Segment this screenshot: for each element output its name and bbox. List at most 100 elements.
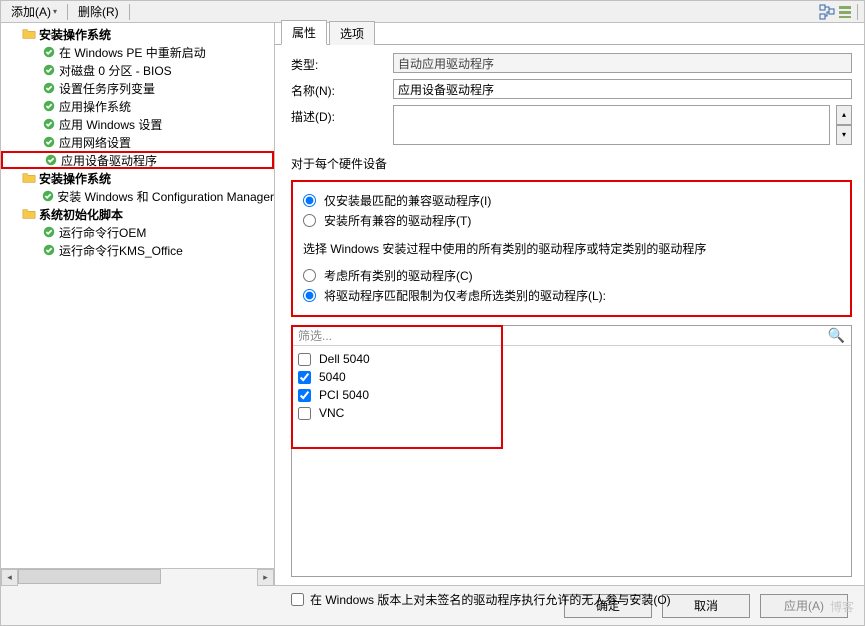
chevron-down-icon: ▾ — [53, 7, 57, 16]
tree-node[interactable]: 安装操作系统 — [1, 169, 274, 187]
filter-item-checkbox[interactable] — [298, 407, 311, 420]
filter-item[interactable]: PCI 5040 — [298, 386, 845, 404]
radio-all-categories-row: 考虑所有类别的驱动程序(C) — [303, 265, 840, 285]
desc-up-button[interactable]: ▴ — [836, 105, 852, 125]
tree-node[interactable]: 设置任务序列变量 — [1, 79, 274, 97]
radio-best-match[interactable] — [303, 194, 316, 207]
tree-node[interactable]: 安装操作系统 — [1, 25, 274, 43]
tree-node-label: 应用 Windows 设置 — [59, 116, 162, 133]
desc-down-button[interactable]: ▾ — [836, 125, 852, 145]
category-explain: 选择 Windows 安装过程中使用的所有类别的驱动程序或特定类别的驱动程序 — [303, 240, 840, 257]
radio-limit-categories-row: 将驱动程序匹配限制为仅考虑所选类别的驱动程序(L): — [303, 285, 840, 305]
check-icon — [43, 152, 59, 168]
check-icon — [41, 62, 57, 78]
folder-icon — [21, 26, 37, 42]
tree-node[interactable]: 安装 Windows 和 Configuration Manager — [1, 187, 274, 205]
name-field[interactable] — [393, 79, 852, 99]
scroll-track[interactable] — [18, 569, 257, 586]
search-icon[interactable]: 🔍 — [828, 327, 845, 344]
type-field — [393, 53, 852, 73]
radio-best-match-row: 仅安装最匹配的兼容驱动程序(I) — [303, 190, 840, 210]
name-label: 名称(N): — [291, 79, 387, 99]
add-label: 添加(A) — [11, 3, 51, 20]
tree-node[interactable]: 运行命令行KMS_Office — [1, 241, 274, 259]
separator — [67, 4, 68, 20]
properties-panel: 属性 选项 类型: 名称(N): 描述(D): ▴ ▾ — [275, 23, 864, 585]
unsigned-row: 在 Windows 版本上对未签名的驱动程序执行允许的无人参与安装(O) — [291, 591, 852, 608]
tree-node-label: 安装操作系统 — [39, 26, 111, 43]
filter-item[interactable]: Dell 5040 — [298, 350, 845, 368]
radio-all-compat-label: 安装所有兼容的驱动程序(T) — [324, 212, 471, 229]
task-tree-panel: 安装操作系统在 Windows PE 中重新启动对磁盘 0 分区 - BIOS设… — [1, 23, 275, 585]
filter-item-checkbox[interactable] — [298, 389, 311, 402]
desc-spin: ▴ ▾ — [836, 105, 852, 145]
add-menu[interactable]: 添加(A) ▾ — [5, 1, 63, 22]
filter-item[interactable]: 5040 — [298, 368, 845, 386]
check-icon — [41, 80, 57, 96]
filter-item-label: PCI 5040 — [319, 388, 369, 402]
tab-options[interactable]: 选项 — [329, 21, 375, 45]
type-row: 类型: — [291, 53, 852, 73]
tree-node-label: 系统初始化脚本 — [39, 206, 123, 223]
tree-node[interactable]: 系统初始化脚本 — [1, 205, 274, 223]
radio-all-compat-row: 安装所有兼容的驱动程序(T) — [303, 210, 840, 230]
tree-node[interactable]: 应用网络设置 — [1, 133, 274, 151]
desc-row: 描述(D): ▴ ▾ — [291, 105, 852, 145]
scroll-thumb[interactable] — [18, 569, 161, 584]
name-row: 名称(N): — [291, 79, 852, 99]
tab-properties[interactable]: 属性 — [281, 20, 327, 45]
filter-item-checkbox[interactable] — [298, 371, 311, 384]
hw-group-highlight: 仅安装最匹配的兼容驱动程序(I) 安装所有兼容的驱动程序(T) 选择 Windo… — [291, 180, 852, 317]
tree-node-label: 运行命令行OEM — [59, 224, 146, 241]
filter-body[interactable]: Dell 5040 5040 PCI 5040 VNC — [292, 346, 851, 576]
filter-item-label: 5040 — [319, 370, 346, 384]
form-area: 类型: 名称(N): 描述(D): ▴ ▾ 对于每个硬件设备 — [275, 45, 864, 616]
filter-item-checkbox[interactable] — [298, 353, 311, 366]
desc-field[interactable] — [393, 105, 830, 145]
tree-node-label: 应用网络设置 — [59, 134, 131, 151]
folder-icon — [21, 206, 37, 222]
tree-icon[interactable] — [819, 4, 835, 20]
desc-label: 描述(D): — [291, 105, 387, 125]
radio-all-categories-label: 考虑所有类别的驱动程序(C) — [324, 267, 473, 284]
tab-bar: 属性 选项 — [275, 23, 864, 45]
folder-icon — [21, 170, 37, 186]
tree-node-label: 应用操作系统 — [59, 98, 131, 115]
radio-limit-categories-label: 将驱动程序匹配限制为仅考虑所选类别的驱动程序(L): — [324, 287, 606, 304]
filter-placeholder[interactable]: 筛选... — [298, 327, 828, 344]
delete-menu[interactable]: 删除(R) — [72, 1, 125, 22]
tree-node-label: 安装操作系统 — [39, 170, 111, 187]
task-tree[interactable]: 安装操作系统在 Windows PE 中重新启动对磁盘 0 分区 - BIOS设… — [1, 23, 274, 568]
tree-node-label: 在 Windows PE 中重新启动 — [59, 44, 206, 61]
check-icon — [41, 134, 57, 150]
list-icon[interactable] — [837, 4, 853, 20]
tree-node-label: 运行命令行KMS_Office — [59, 242, 183, 259]
scroll-right-button[interactable]: ▸ — [257, 569, 274, 586]
check-icon — [41, 224, 57, 240]
type-label: 类型: — [291, 53, 387, 73]
tree-node[interactable]: 应用 Windows 设置 — [1, 115, 274, 133]
filter-item[interactable]: VNC — [298, 404, 845, 422]
tree-node[interactable]: 应用操作系统 — [1, 97, 274, 115]
separator — [129, 4, 130, 20]
tree-node-label: 设置任务序列变量 — [59, 80, 155, 97]
radio-all-compat[interactable] — [303, 214, 316, 227]
filter-header: 筛选... 🔍 — [292, 326, 851, 346]
main-split: 安装操作系统在 Windows PE 中重新启动对磁盘 0 分区 - BIOS设… — [1, 23, 864, 585]
radio-all-categories[interactable] — [303, 269, 316, 282]
radio-limit-categories[interactable] — [303, 289, 316, 302]
scroll-left-button[interactable]: ◂ — [1, 569, 18, 586]
tree-node[interactable]: 在 Windows PE 中重新启动 — [1, 43, 274, 61]
tree-node[interactable]: 对磁盘 0 分区 - BIOS — [1, 61, 274, 79]
tree-node-label: 对磁盘 0 分区 - BIOS — [59, 62, 172, 79]
unsigned-checkbox[interactable] — [291, 593, 304, 606]
check-icon — [41, 242, 57, 258]
filter-item-label: Dell 5040 — [319, 352, 370, 366]
hw-group-title: 对于每个硬件设备 — [291, 155, 852, 172]
tree-node[interactable]: 应用设备驱动程序 — [1, 151, 274, 169]
h-scrollbar[interactable]: ◂ ▸ — [1, 568, 274, 585]
tree-node[interactable]: 运行命令行OEM — [1, 223, 274, 241]
check-icon — [41, 44, 57, 60]
check-icon — [41, 116, 57, 132]
radio-best-match-label: 仅安装最匹配的兼容驱动程序(I) — [324, 192, 491, 209]
